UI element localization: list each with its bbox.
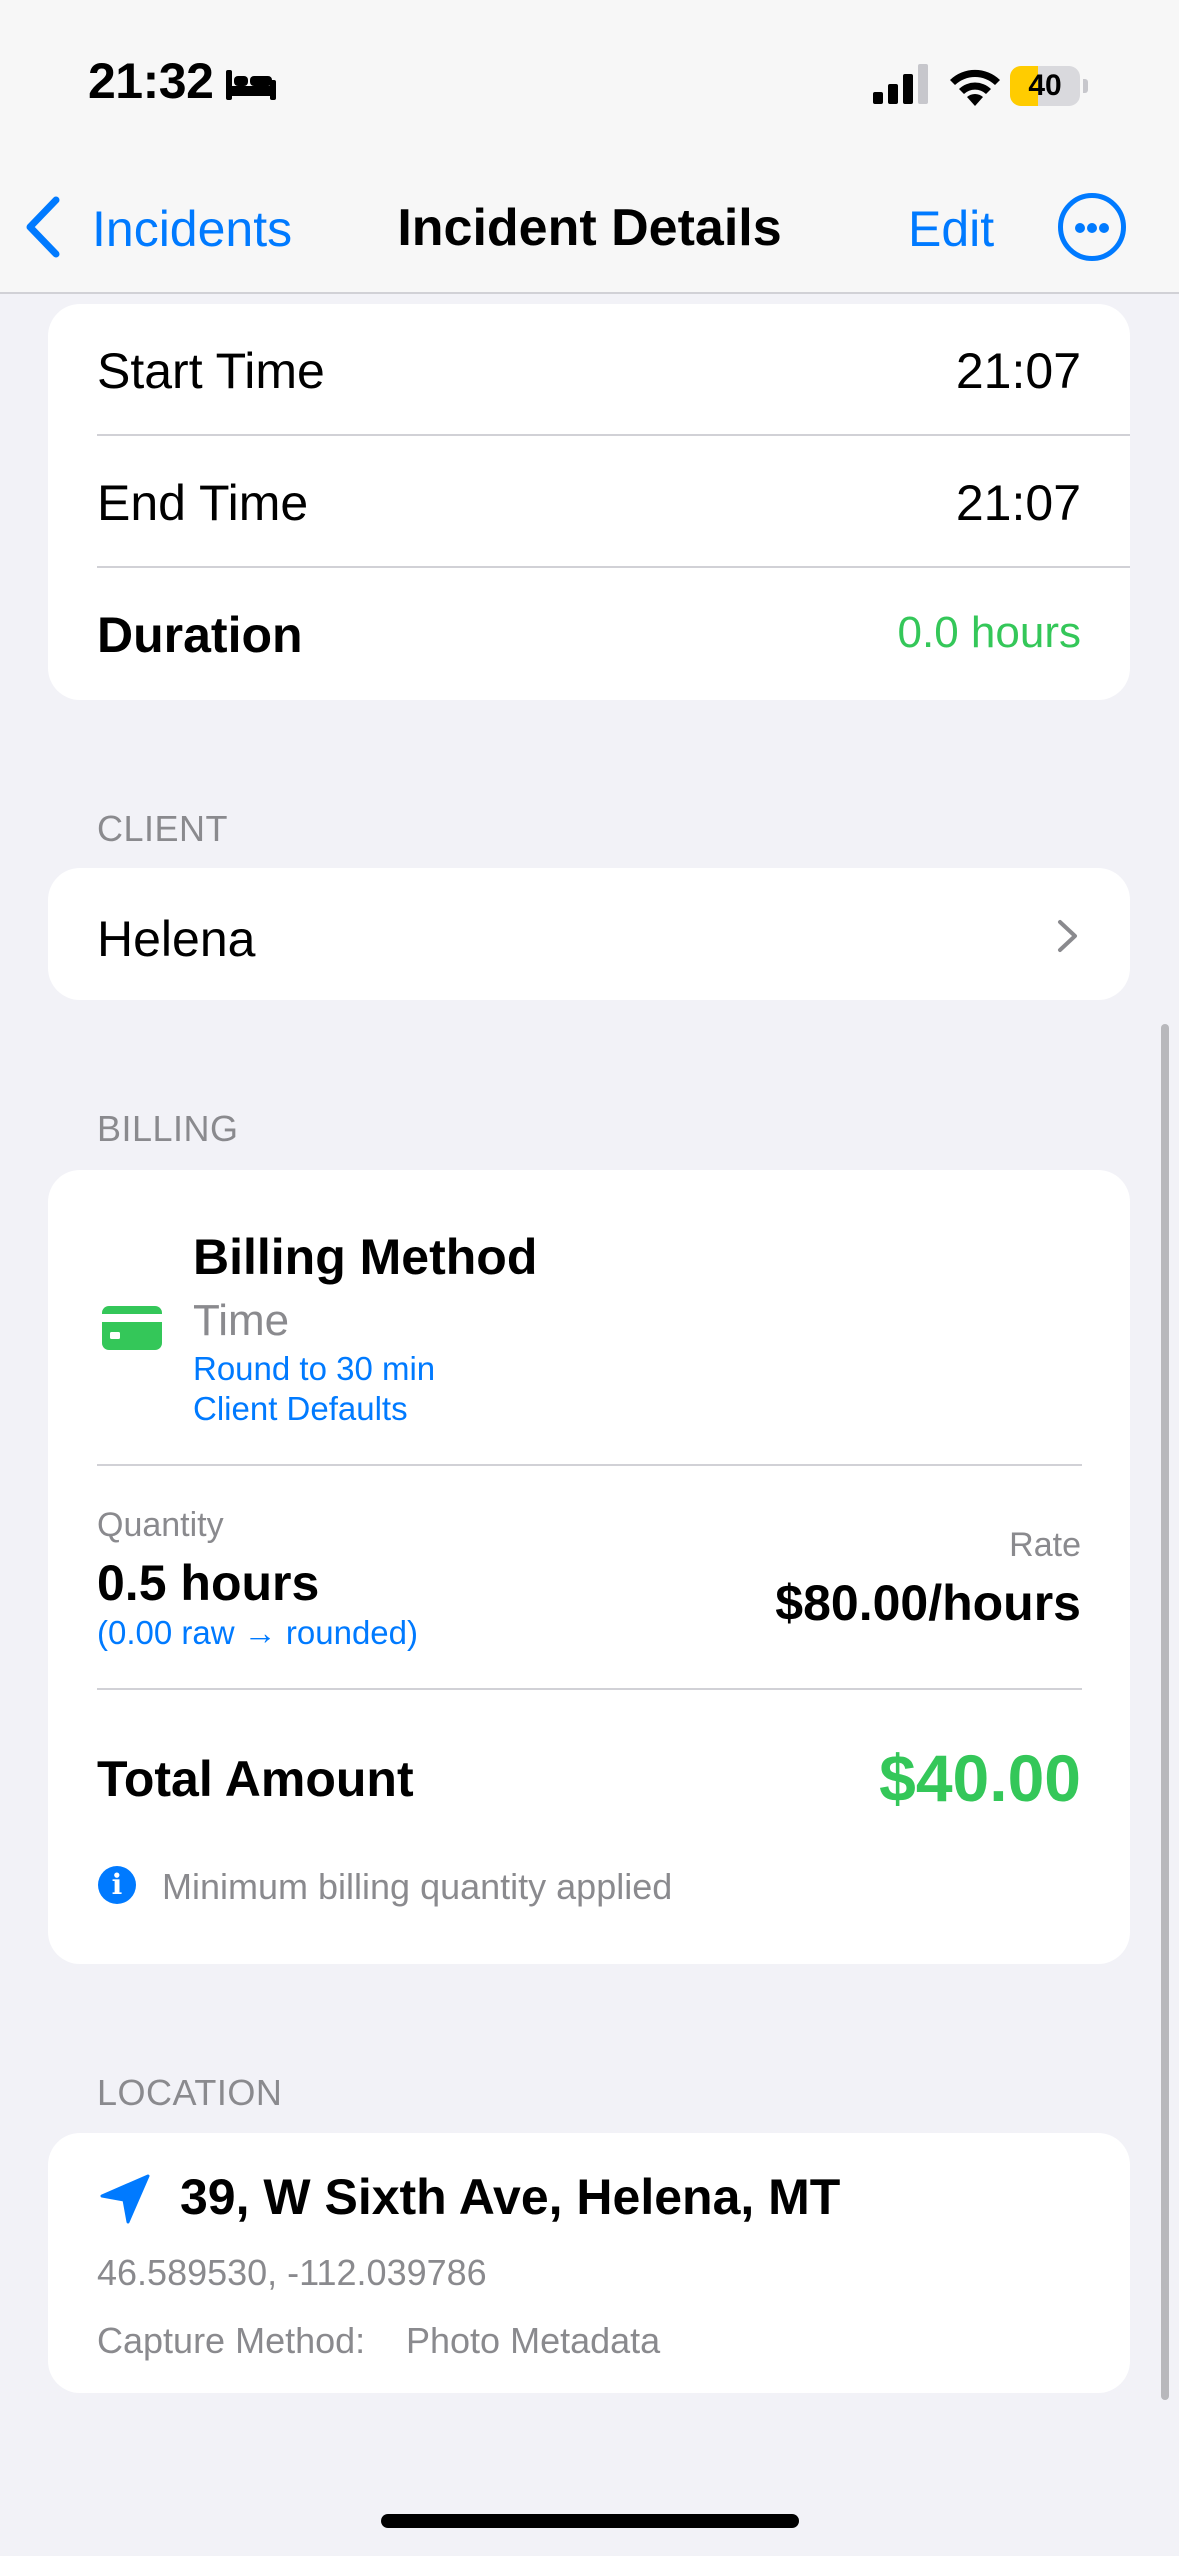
duration-label: Duration <box>97 607 303 663</box>
client-section-header: CLIENT <box>97 808 229 849</box>
page-title: Incident Details <box>397 199 782 257</box>
start-time-value: 21:07 <box>955 343 1081 399</box>
cellular-signal-icon <box>873 64 928 104</box>
rate-value: $80.00/hours <box>775 1575 1081 1631</box>
rate-label: Rate <box>1009 1526 1081 1564</box>
credit-card-icon <box>102 1306 162 1350</box>
divider <box>97 1464 1082 1466</box>
billing-info-text: Minimum billing quantity applied <box>162 1866 673 1907</box>
home-indicator[interactable] <box>381 2514 799 2528</box>
round-setting-link[interactable]: Round to 30 min <box>193 1350 435 1388</box>
billing-section-header: BILLING <box>97 1108 239 1149</box>
end-time-value: 21:07 <box>955 475 1081 531</box>
capture-method-value: Photo Metadata <box>406 2320 661 2361</box>
edit-button[interactable]: Edit <box>908 200 994 258</box>
divider <box>97 434 1130 436</box>
total-amount-value: $40.00 <box>879 1741 1081 1815</box>
quantity-note: (0.00 raw → rounded) <box>97 1614 418 1651</box>
location-address: 39, W Sixth Ave, Helena, MT <box>180 2169 841 2225</box>
duration-value: 0.0 hours <box>897 608 1081 657</box>
location-coordinates: 46.589530, -112.039786 <box>97 2252 487 2293</box>
battery-level: 40 <box>1028 69 1062 102</box>
quantity-label: Quantity <box>97 1506 224 1544</box>
client-defaults-link[interactable]: Client Defaults <box>193 1390 408 1428</box>
status-time: 21:32 <box>88 53 214 109</box>
more-icon[interactable] <box>1058 193 1126 261</box>
location-arrow-icon <box>100 2174 150 2224</box>
chevron-right-icon <box>1058 920 1077 952</box>
end-time-label: End Time <box>97 475 309 531</box>
battery-icon: 40 <box>1010 66 1088 106</box>
billing-method-title: Billing Method <box>193 1229 538 1285</box>
divider <box>97 566 1130 568</box>
divider <box>97 1688 1082 1690</box>
wifi-icon <box>950 69 1000 106</box>
total-amount-label: Total Amount <box>97 1751 414 1807</box>
scrollbar[interactable] <box>1161 1024 1169 2400</box>
info-icon: i <box>98 1866 136 1904</box>
client-name: Helena <box>97 911 256 967</box>
quantity-value: 0.5 hours <box>97 1555 320 1611</box>
start-time-label: Start Time <box>97 343 325 399</box>
capture-method-label: Capture Method: <box>97 2320 366 2361</box>
location-section-header: LOCATION <box>97 2072 283 2113</box>
bed-icon <box>226 70 276 100</box>
billing-method-value: Time <box>193 1296 290 1345</box>
